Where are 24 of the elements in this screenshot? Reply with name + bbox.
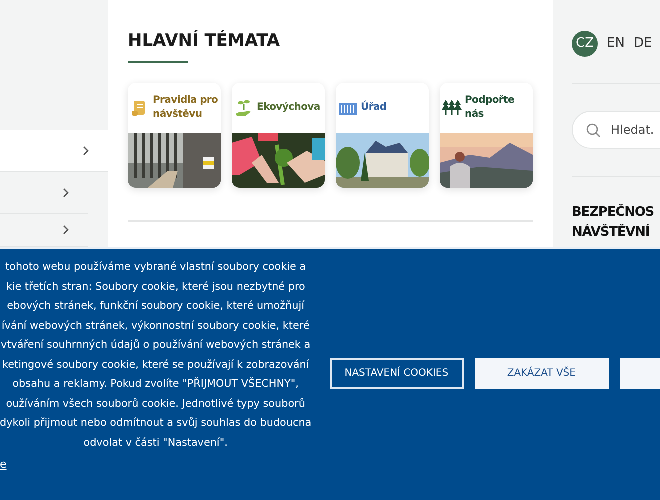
topic-card[interactable]: Podpořte nás (440, 83, 533, 188)
topic-card[interactable]: Ekovýchova (232, 83, 325, 188)
search-icon (586, 122, 601, 138)
chevron-right-icon (82, 146, 90, 156)
language-option[interactable]: CZ (572, 31, 598, 57)
sidebar-item[interactable] (0, 130, 108, 172)
cookie-button[interactable]: ZAKÁZAT VŠE (474, 358, 609, 389)
chevron-right-icon (62, 188, 70, 198)
trees-icon (442, 98, 462, 118)
language-option[interactable]: DE (634, 34, 652, 54)
section-heading: BEZPEČNOS (572, 203, 656, 222)
cookie-policy-link[interactable]: e (0, 457, 7, 474)
section-heading: NÁVŠTĚVNÍ (572, 223, 651, 242)
section-heading: HLAVNÍ TÉMATA (128, 31, 282, 51)
language-option[interactable]: EN (607, 34, 625, 54)
cookie-button[interactable]: NASTAVENÍ COOKIES (330, 358, 464, 389)
cookie-notice-text: tohoto webu používáme vybrané vlastní soubory cookie a kie třetích stran: Soubory cookie, které jsou nezbytné pro ebových stránek, funkční soubory cookie, které umožňují ívání webových stránek, výkonnostní soubory cookie, které vtváření souhrnných údajů o používání webových stránek a ketingové soubory cookie, které se používají k zobrazování obsahu a reklamy. Pokud zvolíte "PŘIJMOUT VŠECHNY", oužíváním všech souborů cookie. Jednotlivé typy souborů dykoli přijmout nebo odmítnout a svůj souhlas do budoucna odvolat v části "Nastavení". (0, 260, 312, 450)
topic-title: Pravidla pro návštěvu (153, 94, 219, 122)
topic-title: Ekovýchova (257, 101, 320, 115)
chevron-right-icon (62, 225, 70, 235)
topic-card[interactable]: Pravidla pro návštěvu (128, 83, 221, 188)
topic-title: Úřad (361, 101, 387, 115)
topic-title: Podpořte nás (465, 94, 516, 122)
topic-card[interactable]: Úřad (336, 83, 429, 188)
